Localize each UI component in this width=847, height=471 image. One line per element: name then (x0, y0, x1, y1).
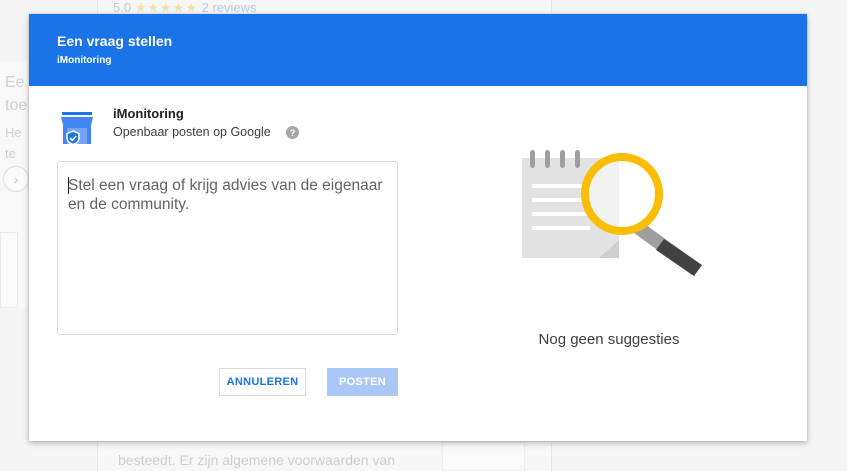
reviews-link[interactable]: 2 reviews (202, 0, 257, 15)
ask-question-dialog: Een vraag stellen iMonitoring iMonitorin… (29, 14, 807, 441)
question-input[interactable] (57, 161, 398, 335)
background-text: besteedt. Er zijn algemene voorwaarden v… (118, 452, 396, 468)
business-name: iMonitoring (113, 106, 184, 121)
dialog-title: Een vraag stellen (57, 33, 173, 49)
background-card (0, 232, 18, 308)
background-thumbnail (442, 442, 525, 471)
background-text: te (5, 146, 16, 161)
dialog-subtitle: iMonitoring (57, 55, 112, 66)
empty-state-text: Nog geen suggesties (538, 331, 680, 348)
background-rating: 5.0 ★★★★★ 2 reviews (113, 0, 257, 15)
post-button[interactable]: POSTEN (327, 368, 398, 396)
background-text: toe (5, 97, 28, 114)
no-suggestions-illustration (522, 150, 702, 276)
carousel-next-icon: › (3, 166, 29, 192)
background-text: Ee (5, 74, 25, 91)
rating-stars: ★★★★★ (134, 0, 198, 15)
background-text: He (5, 125, 22, 140)
dialog-header: Een vraag stellen iMonitoring (29, 14, 807, 86)
posting-visibility-text: Openbaar posten op Google (113, 125, 271, 139)
help-icon[interactable]: ? (286, 126, 299, 139)
rating-value: 5.0 (113, 0, 132, 15)
storefront-verified-icon (61, 112, 93, 146)
magnifier-icon (581, 153, 702, 276)
text-cursor (68, 177, 69, 194)
cancel-button[interactable]: ANNULEREN (219, 368, 306, 396)
